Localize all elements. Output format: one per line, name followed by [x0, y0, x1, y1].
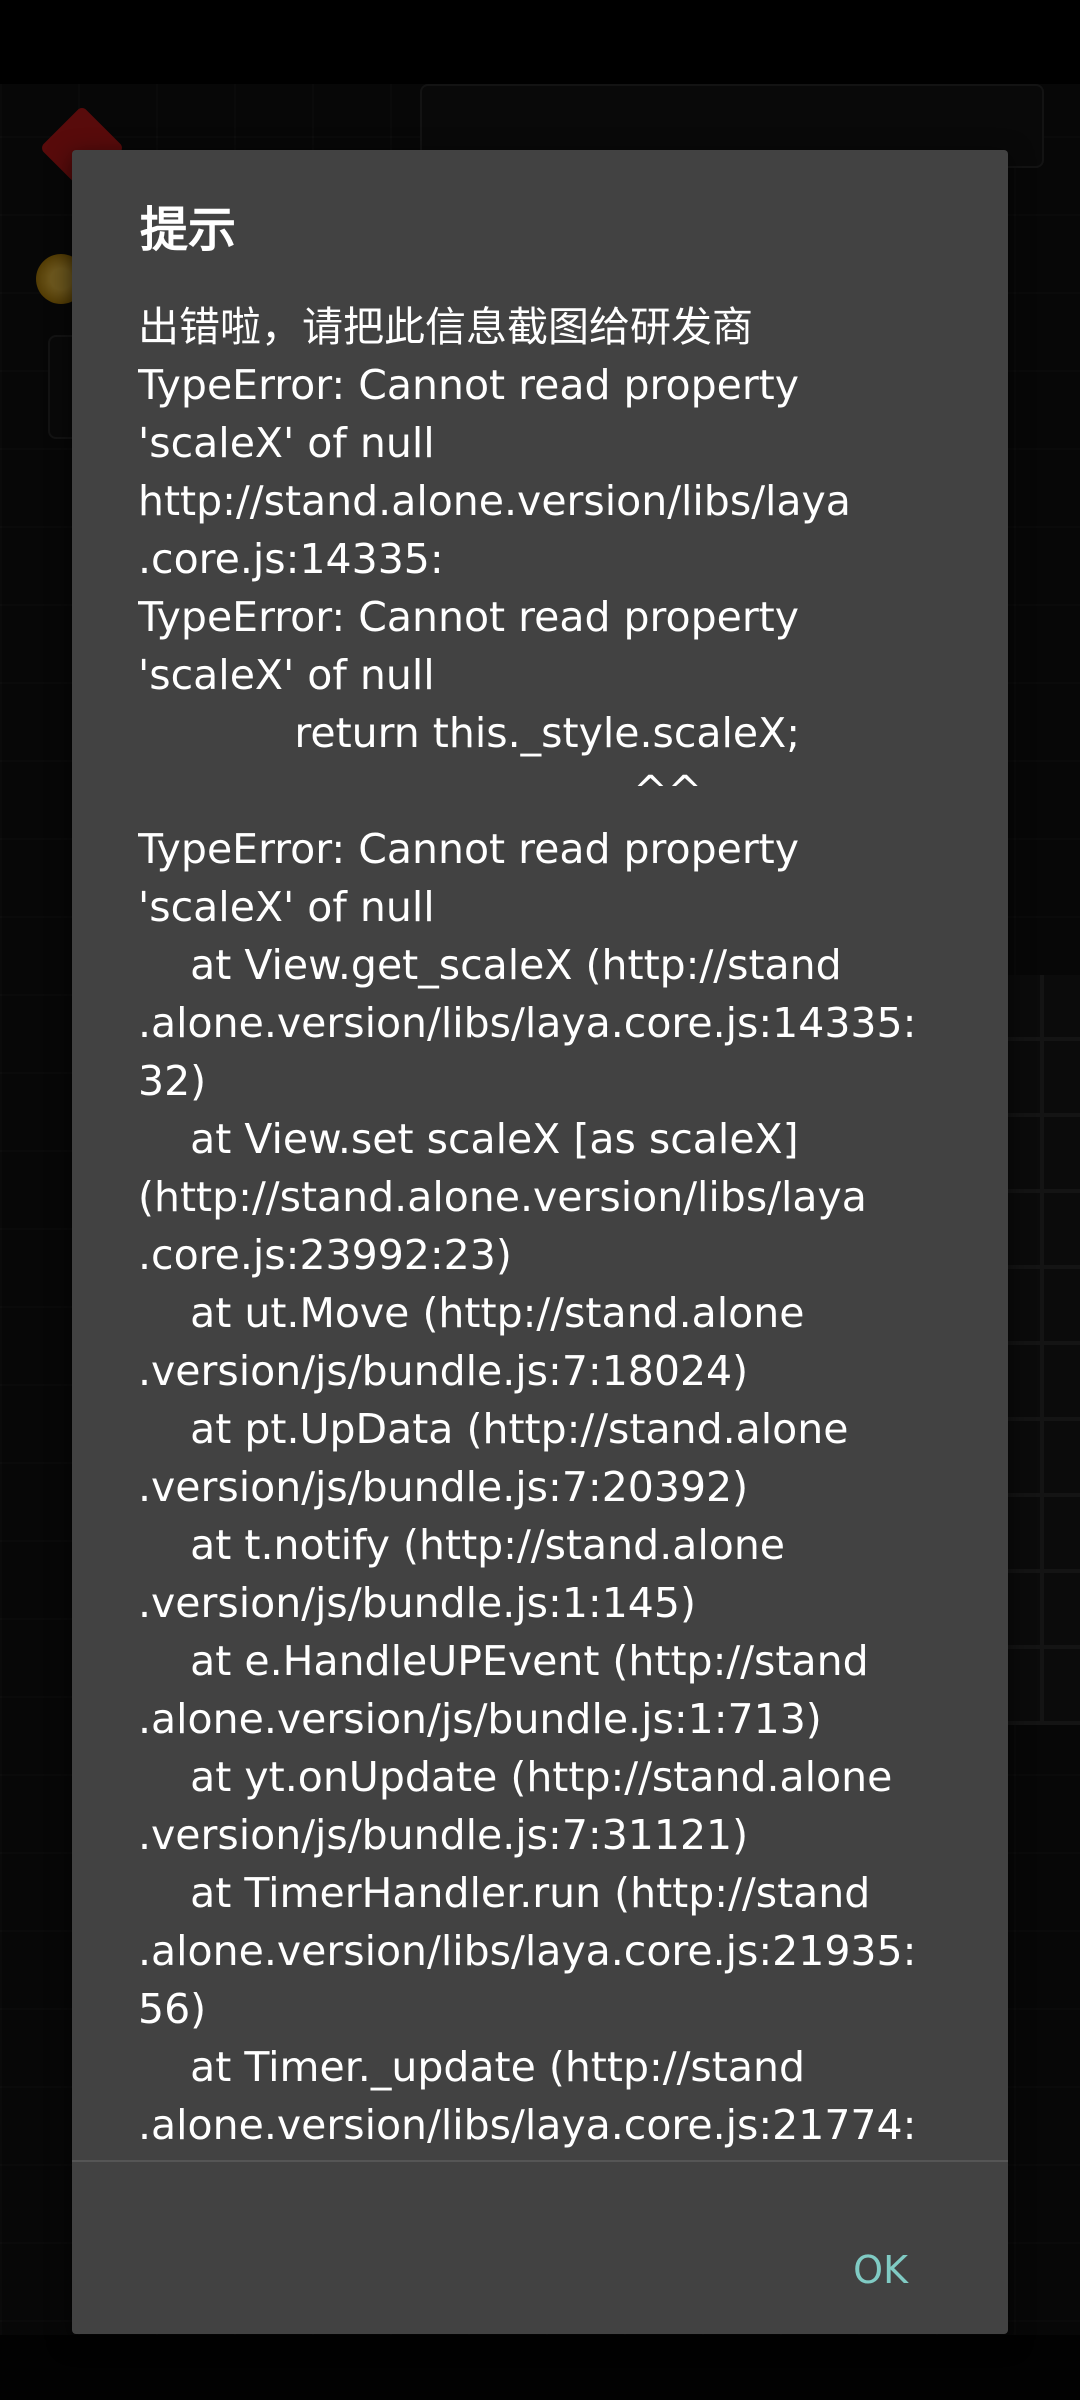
- dialog-message-line: at t.notify (http://stand.alone: [138, 1521, 786, 1569]
- dialog-message-line: at e.HandleUPEvent (http://stand: [138, 1637, 869, 1685]
- dialog-message-line: (http://stand.alone.version/libs/laya: [138, 1173, 867, 1221]
- dialog-message-line: ^^: [138, 767, 702, 815]
- dialog-message-line: at ut.Move (http://stand.alone: [138, 1289, 805, 1337]
- dialog-message-line: .version/js/bundle.js:7:18024): [138, 1347, 749, 1395]
- status-bar: [0, 0, 1080, 84]
- dialog-message-line: at pt.UpData (http://stand.alone: [138, 1405, 849, 1453]
- dialog-message-line: at View.set scaleX [as scaleX]: [138, 1115, 799, 1163]
- dialog-message-line: .alone.version/libs/laya.core.js:21774:: [138, 2101, 917, 2149]
- error-dialog: 提示 出错啦，请把此信息截图给研发商 TypeError: Cannot read…: [72, 150, 1008, 2334]
- dialog-message-line: TypeError: Cannot read property: [138, 825, 800, 873]
- dialog-message-line: at Timer._update (http://stand: [138, 2043, 805, 2091]
- dialog-title: 提示: [140, 202, 237, 258]
- dialog-message-line: .alone.version/js/bundle.js:1:713): [138, 1695, 822, 1743]
- dialog-message-line: .version/js/bundle.js:7:31121): [138, 1811, 749, 1859]
- dialog-message-line: .core.js:23992:23): [138, 1231, 512, 1279]
- dialog-message-line: 'scaleX' of null: [138, 651, 435, 699]
- dialog-message-line: at TimerHandler.run (http://stand: [138, 1869, 871, 1917]
- dialog-message-line: .version/js/bundle.js:7:20392): [138, 1463, 749, 1511]
- dialog-message-line: .alone.version/libs/laya.core.js:14335:: [138, 999, 917, 1047]
- dialog-message-line: .core.js:14335:: [138, 535, 444, 583]
- dialog-message-line: at View.get_scaleX (http://stand: [138, 941, 842, 989]
- dialog-message-line: 'scaleX' of null: [138, 883, 435, 931]
- dialog-message-line: at yt.onUpdate (http://stand.alone: [138, 1753, 893, 1801]
- dialog-message[interactable]: 出错啦，请把此信息截图给研发商 TypeError: Cannot read pr…: [138, 298, 968, 2218]
- dialog-message-line: http://stand.alone.version/libs/laya: [138, 477, 851, 525]
- dialog-divider: [72, 2160, 1008, 2162]
- dialog-message-line: TypeError: Cannot read property: [138, 593, 800, 641]
- dialog-message-line: 56): [138, 1985, 207, 2033]
- dialog-message-line: 出错啦，请把此信息截图给研发商: [138, 303, 753, 351]
- dialog-message-line: return this._style.scaleX;: [138, 709, 801, 757]
- dialog-message-line: 'scaleX' of null: [138, 419, 435, 467]
- ok-button[interactable]: OK: [841, 2240, 920, 2300]
- dialog-message-line: .alone.version/libs/laya.core.js:21935:: [138, 1927, 917, 1975]
- dialog-message-line: 32): [138, 1057, 207, 1105]
- dialog-message-line: TypeError: Cannot read property: [138, 361, 800, 409]
- dialog-message-line: .version/js/bundle.js:1:145): [138, 1579, 696, 1627]
